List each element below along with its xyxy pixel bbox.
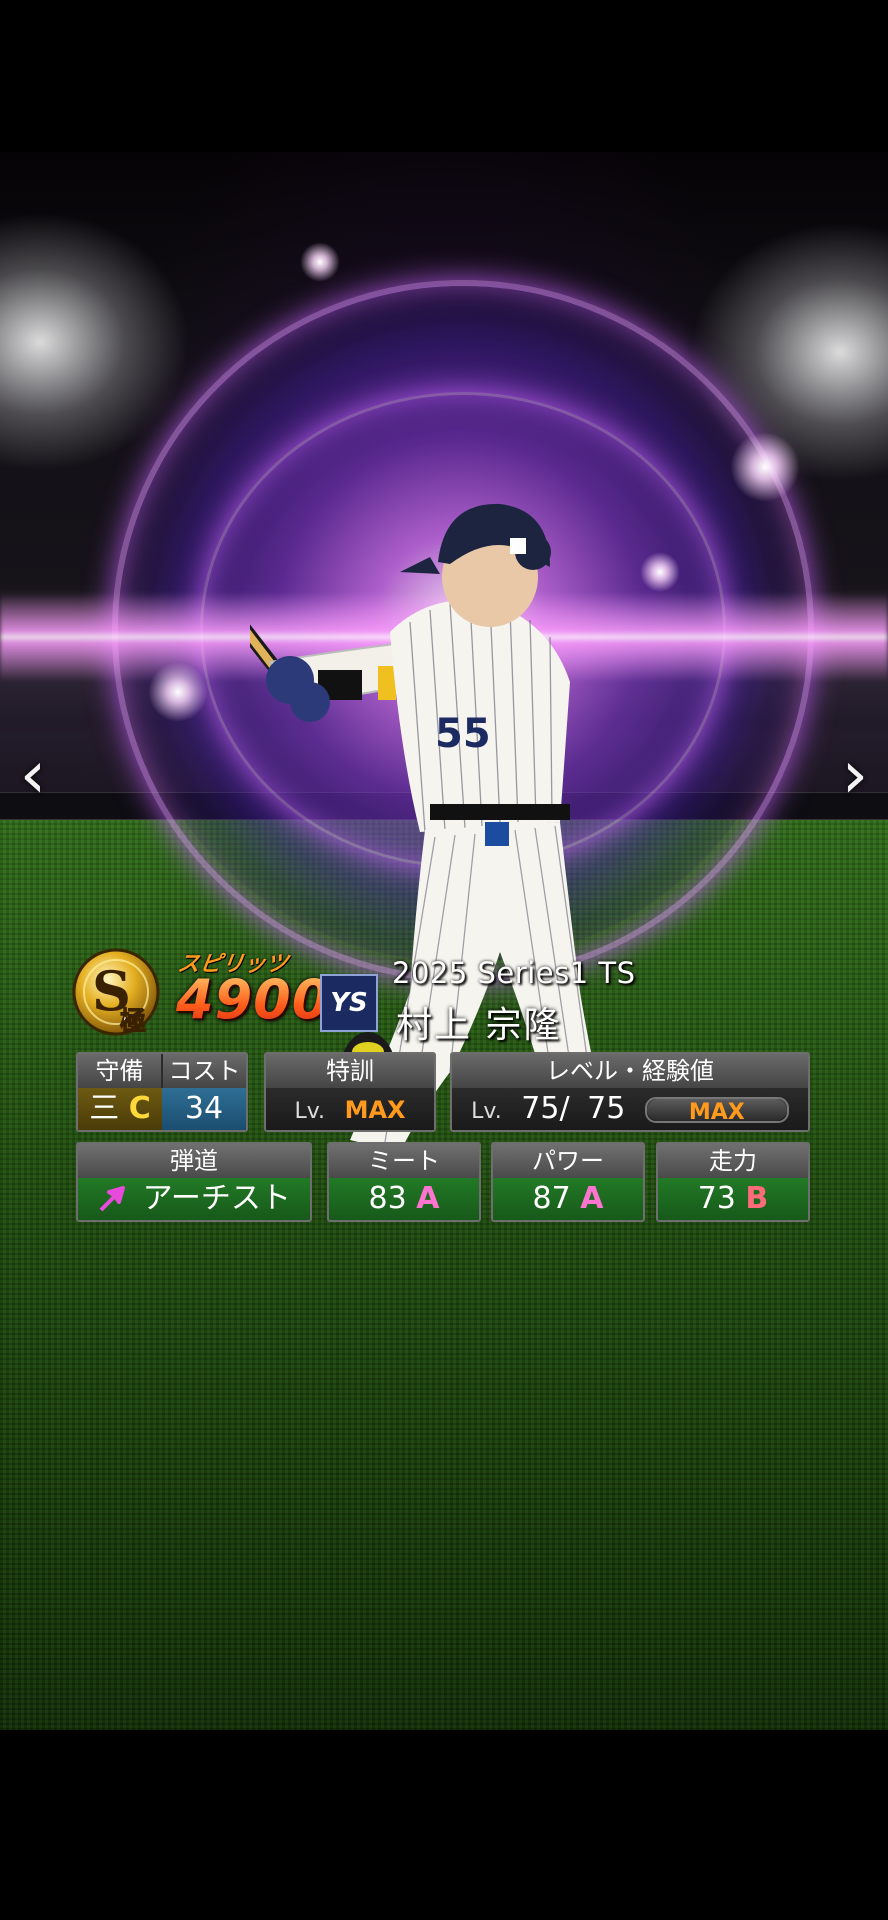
exp-bar: MAX [644, 1096, 789, 1125]
speed-header: 走力 [658, 1144, 808, 1178]
player-name: 村上 宗隆 [396, 1005, 562, 1046]
rank-badge-icon: S 極 [70, 946, 162, 1038]
position-header: 守備 [78, 1054, 163, 1088]
power-grade: A [580, 1181, 604, 1216]
level-current: 75 [521, 1091, 560, 1126]
level-exp-panel: レベル・経験値 Lv. 75/ 75 MAX [450, 1052, 810, 1132]
power-panel: パワー 87 A [491, 1142, 645, 1222]
meet-value: 83 [368, 1181, 407, 1216]
special-training-panel: 特訓 Lv. MAX [264, 1052, 436, 1132]
position-cost-panel: 守備 コスト 三 C 34 [76, 1052, 248, 1132]
cost-value: 34 [162, 1088, 246, 1130]
trajectory-header: 弾道 [78, 1144, 310, 1178]
power-value: 87 [532, 1181, 571, 1216]
level-lv-label: Lv. [471, 1099, 502, 1124]
trajectory-panel: 弾道 アーチスト [76, 1142, 312, 1222]
special-training-header: 特訓 [266, 1054, 434, 1088]
sparkle-effect [148, 662, 208, 722]
position-grade: C [128, 1091, 151, 1126]
stadium-light-left [0, 212, 190, 472]
position-name: 三 [89, 1091, 120, 1126]
sparkle-effect [730, 432, 800, 502]
exp-bar-label: MAX [688, 1099, 745, 1125]
speed-panel: 走力 73 B [656, 1142, 810, 1222]
sparkle-effect [300, 242, 340, 282]
card-series: 2025 Series1 TS [392, 956, 636, 990]
speed-value: 73 [697, 1181, 736, 1216]
speed-grade: B [745, 1181, 769, 1216]
position-value: 三 C [78, 1088, 162, 1130]
special-training-lv-label: Lv. [294, 1099, 326, 1124]
meet-grade: A [416, 1181, 440, 1216]
level-max: 75 [587, 1091, 626, 1126]
cost-header: コスト [168, 1057, 241, 1085]
level-separator: / [559, 1091, 570, 1126]
rank-sub: 極 [120, 1007, 146, 1037]
power-header: パワー [493, 1144, 643, 1178]
next-card-arrow[interactable]: › [830, 730, 880, 820]
meet-header: ミート [329, 1144, 479, 1178]
svg-text:55: 55 [435, 711, 491, 757]
level-exp-header: レベル・経験値 [452, 1054, 808, 1088]
diagonal-arrow-icon [97, 1178, 126, 1220]
team-logo: YS [320, 974, 378, 1032]
card-stage: 55 ‹ › [0, 152, 888, 1730]
prev-card-arrow[interactable]: ‹ [8, 730, 58, 820]
trajectory-value: アーチスト [142, 1181, 291, 1216]
spirits-value: 4900 [176, 968, 331, 1031]
meet-panel: ミート 83 A [327, 1142, 481, 1222]
special-training-value: MAX [344, 1096, 406, 1124]
